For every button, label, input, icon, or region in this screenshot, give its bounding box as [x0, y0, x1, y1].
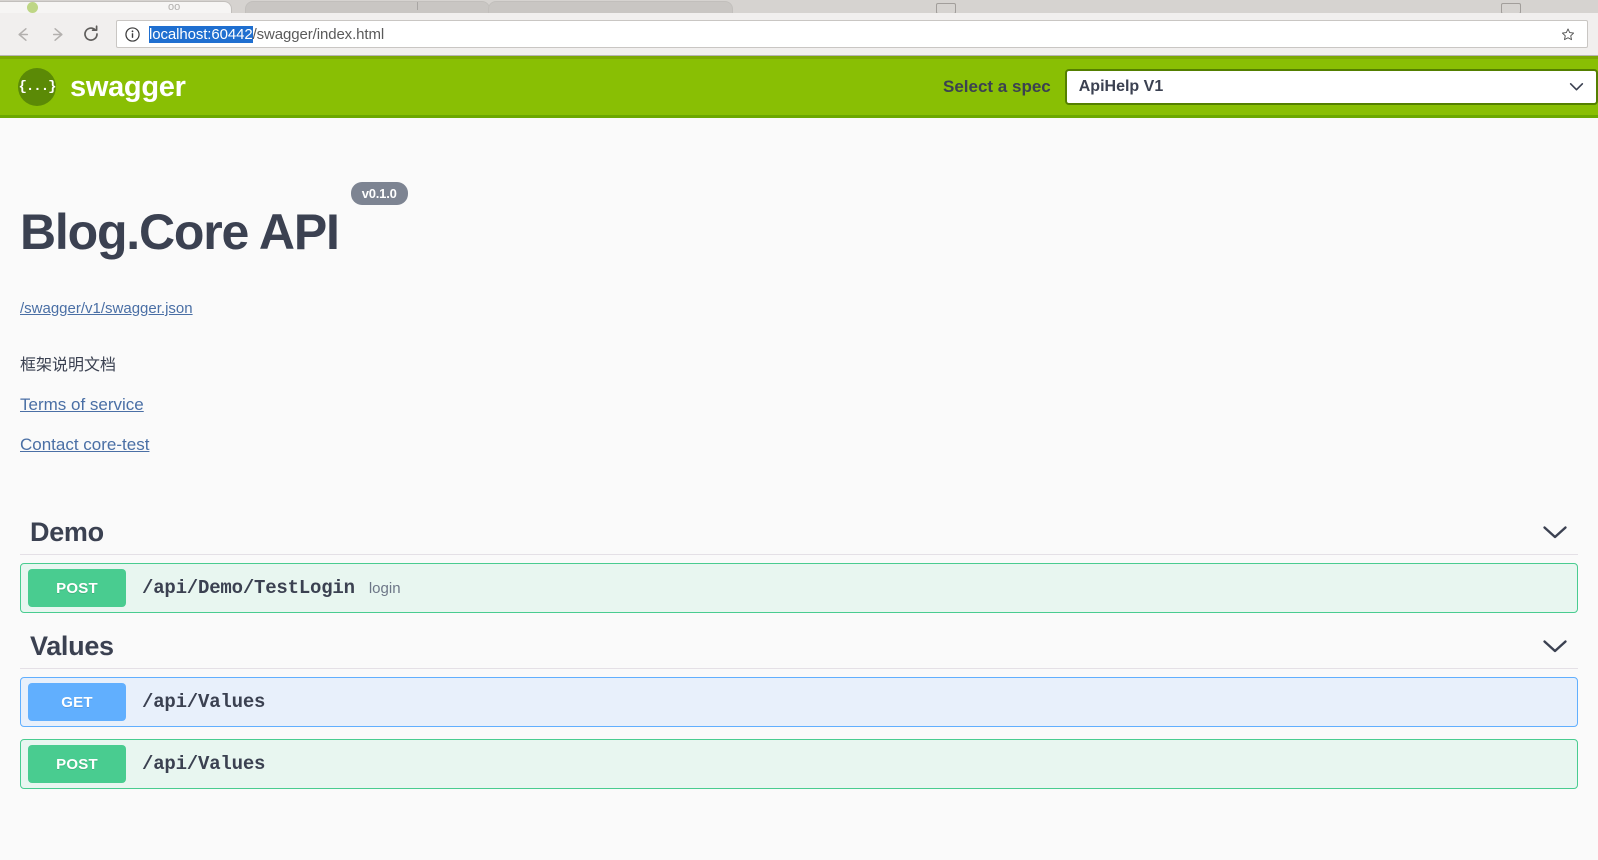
operation-summary: login	[368, 579, 401, 597]
chevron-down-icon	[1569, 83, 1584, 91]
chevron-down-icon[interactable]	[1542, 639, 1568, 654]
api-title-row: Blog.Core API v0.1.0	[20, 173, 1578, 290]
tag-section-values: Values GET /api/Values POST /api/Values	[0, 625, 1598, 791]
tab-divider	[417, 2, 418, 10]
tag-header-values[interactable]: Values	[20, 625, 1578, 669]
browser-chrome: oo localhost:60442/swagger/index.html	[0, 0, 1598, 56]
browser-toolbar: localhost:60442/swagger/index.html	[0, 13, 1598, 55]
tag-title: Demo	[30, 517, 104, 547]
address-bar-path: /swagger/index.html	[252, 25, 385, 43]
chevron-down-icon[interactable]	[1542, 525, 1568, 540]
tag-header-demo[interactable]: Demo	[20, 511, 1578, 555]
tag-section-demo: Demo POST /api/Demo/TestLogin login	[0, 511, 1598, 613]
spec-select-value: ApiHelp V1	[1078, 78, 1164, 95]
operation-path: /api/Values	[142, 691, 266, 713]
tab-favicon-icon	[936, 3, 956, 13]
spec-selector-group: Select a spec ApiHelp V1	[943, 69, 1598, 105]
swagger-logo[interactable]: {...} swagger	[18, 68, 186, 106]
http-method-badge: POST	[28, 569, 126, 607]
contact-link[interactable]: Contact core-test	[20, 435, 149, 455]
page-title: Blog.Core API	[20, 203, 340, 260]
tab-favicon-icon	[1501, 3, 1521, 13]
page-info-icon[interactable]	[125, 26, 140, 42]
http-method-badge: GET	[28, 683, 126, 721]
operation-row[interactable]: POST /api/Values	[20, 739, 1578, 789]
spec-selector-label: Select a spec	[943, 77, 1051, 96]
browser-tab[interactable]: oo	[0, 1, 232, 13]
address-bar[interactable]: localhost:60442/swagger/index.html	[116, 20, 1588, 48]
swagger-json-link[interactable]: /swagger/v1/swagger.json	[20, 300, 193, 317]
tag-title: Values	[30, 631, 114, 661]
http-method-badge: POST	[28, 745, 126, 783]
api-info-block: Blog.Core API v0.1.0 /swagger/v1/swagger…	[0, 118, 1598, 455]
address-bar-host-selected: localhost:60442	[149, 25, 253, 43]
swagger-logo-text: swagger	[70, 70, 186, 103]
address-bar-text: localhost:60442/swagger/index.html	[149, 25, 1555, 43]
browser-tab[interactable]	[245, 1, 956, 13]
forward-arrow-icon[interactable]	[40, 17, 74, 51]
swagger-brace-icon: {...}	[18, 68, 57, 106]
api-description: 框架说明文档	[20, 357, 117, 374]
tab-title: oo	[168, 1, 181, 13]
swagger-content: Blog.Core API v0.1.0 /swagger/v1/swagger…	[0, 118, 1598, 791]
browser-tab[interactable]	[488, 1, 1521, 13]
back-arrow-icon[interactable]	[6, 17, 40, 51]
operation-row[interactable]: POST /api/Demo/TestLogin login	[20, 563, 1578, 613]
operation-list-values: GET /api/Values POST /api/Values GET	[20, 677, 1578, 791]
reload-icon[interactable]	[74, 17, 108, 51]
swagger-topbar: {...} swagger Select a spec ApiHelp V1	[0, 56, 1598, 118]
api-version-badge: v0.1.0	[350, 182, 408, 205]
terms-of-service-link[interactable]: Terms of service	[20, 395, 144, 415]
operation-list-demo: POST /api/Demo/TestLogin login	[20, 563, 1578, 613]
spec-select-dropdown[interactable]: ApiHelp V1	[1064, 69, 1598, 105]
operation-path: /api/Demo/TestLogin	[142, 577, 355, 599]
operation-tag-sections: Demo POST /api/Demo/TestLogin login Valu…	[0, 511, 1598, 791]
operation-path: /api/Values	[142, 753, 266, 775]
browser-tab-strip: oo	[0, 0, 1598, 13]
operation-row[interactable]: GET /api/Values	[20, 677, 1578, 727]
bookmark-star-icon[interactable]	[1555, 21, 1581, 47]
tab-favicon-icon	[27, 2, 38, 13]
